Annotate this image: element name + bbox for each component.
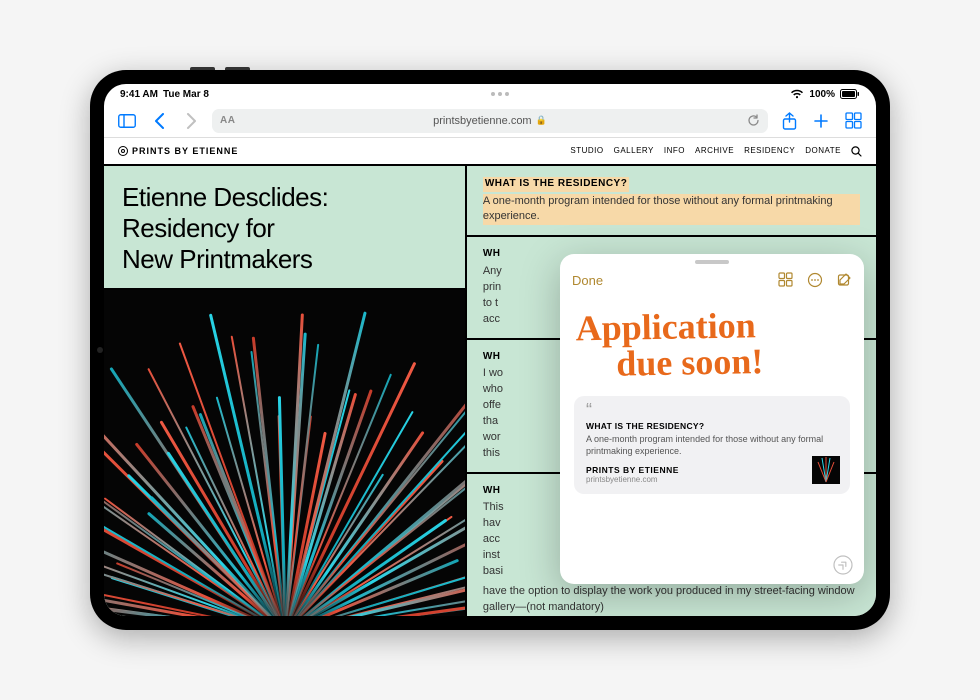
- faq-answer: A one-month program intended for those w…: [483, 194, 860, 226]
- text-size-button[interactable]: AA: [220, 115, 235, 126]
- logo-icon: [118, 146, 128, 156]
- nav-donate[interactable]: DONATE: [805, 146, 841, 157]
- lock-icon: 🔒: [536, 115, 547, 126]
- status-date: Tue Mar 8: [163, 89, 209, 100]
- faq-question: WHAT IS THE RESIDENCY?: [483, 177, 629, 192]
- grid-icon[interactable]: [778, 272, 793, 288]
- link-thumbnail: [812, 456, 840, 484]
- multitask-dots[interactable]: [491, 92, 509, 96]
- sidebar-icon[interactable]: [116, 110, 138, 132]
- quick-note-panel[interactable]: Done Application due soon!: [560, 254, 864, 584]
- link-source: PRINTS BY ETIENNE: [586, 465, 838, 475]
- more-icon[interactable]: [807, 272, 823, 288]
- nav-info[interactable]: INFO: [664, 146, 685, 157]
- reload-icon[interactable]: [747, 114, 760, 127]
- done-button[interactable]: Done: [572, 273, 603, 288]
- url-bar[interactable]: AA printsbyetienne.com 🔒: [212, 109, 768, 133]
- forward-button: [180, 110, 202, 132]
- link-domain: printsbyetienne.com: [586, 475, 838, 484]
- nav-archive[interactable]: ARCHIVE: [695, 146, 734, 157]
- status-time: 9:41 AM: [120, 89, 158, 100]
- faq-block-1: WHAT IS THE RESIDENCY? A one-month progr…: [467, 166, 876, 237]
- artwork-image: [104, 288, 465, 616]
- handwriting-line2: due soon!: [576, 342, 849, 383]
- quote-icon: “: [586, 406, 838, 415]
- quick-note-toolbar: Done: [560, 264, 864, 296]
- link-description: A one-month program intended for those w…: [586, 434, 838, 457]
- battery-icon: [840, 89, 860, 99]
- quick-note-body[interactable]: Application due soon! “ WHAT IS THE RESI…: [560, 296, 864, 584]
- search-icon[interactable]: [851, 146, 862, 157]
- site-header: PRINTS BY ETIENNE STUDIO GALLERY INFO AR…: [104, 138, 876, 166]
- handwritten-note: Application due soon!: [573, 302, 850, 395]
- nav-gallery[interactable]: GALLERY: [614, 146, 654, 157]
- status-bar: 9:41 AM Tue Mar 8 100%: [104, 84, 876, 104]
- site-logo[interactable]: PRINTS BY ETIENNE: [118, 146, 238, 156]
- url-text: printsbyetienne.com: [433, 115, 531, 127]
- site-nav: STUDIO GALLERY INFO ARCHIVE RESIDENCY DO…: [570, 146, 862, 157]
- tabs-icon[interactable]: [842, 110, 864, 132]
- back-button[interactable]: [148, 110, 170, 132]
- article-left-column: Etienne Desclides: Residency for New Pri…: [104, 166, 467, 616]
- volume-buttons: [190, 67, 250, 70]
- compose-icon[interactable]: [837, 272, 852, 288]
- safari-toolbar: AA printsbyetienne.com 🔒: [104, 104, 876, 138]
- faq-answer-tail: have the option to display the work you …: [483, 584, 860, 616]
- site-brand: PRINTS BY ETIENNE: [132, 146, 238, 156]
- ipad-screen: 9:41 AM Tue Mar 8 100%: [104, 84, 876, 616]
- article-headline: Etienne Desclides: Residency for New Pri…: [104, 166, 465, 288]
- link-title: WHAT IS THE RESIDENCY?: [586, 421, 838, 431]
- battery-percent: 100%: [809, 89, 835, 100]
- nav-studio[interactable]: STUDIO: [570, 146, 603, 157]
- link-preview-card[interactable]: “ WHAT IS THE RESIDENCY? A one-month pro…: [574, 396, 850, 494]
- ipad-device-frame: 9:41 AM Tue Mar 8 100%: [90, 70, 890, 630]
- new-tab-icon[interactable]: [810, 110, 832, 132]
- share-icon[interactable]: [778, 110, 800, 132]
- front-camera: [97, 347, 103, 353]
- nav-residency[interactable]: RESIDENCY: [744, 146, 795, 157]
- wifi-icon: [790, 89, 804, 99]
- expand-icon[interactable]: [832, 554, 854, 576]
